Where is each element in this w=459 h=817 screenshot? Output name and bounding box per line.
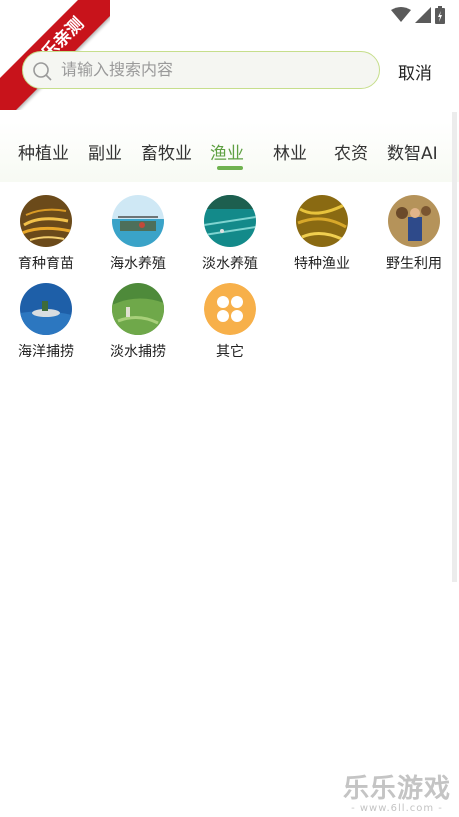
category-label: 海洋捕捞	[18, 344, 74, 360]
category-label: 野生利用	[386, 256, 442, 272]
category-label: 海水养殖	[110, 256, 166, 272]
watermark-url: - www.6ll.com -	[351, 803, 443, 814]
battery-icon	[435, 6, 445, 28]
tab-sideline[interactable]: 副业	[88, 139, 122, 164]
search-icon	[32, 61, 52, 85]
signal-icon	[415, 7, 431, 27]
active-tab-indicator	[217, 166, 243, 170]
tab-planting[interactable]: 种植业	[18, 139, 69, 164]
category-item-lake-fishing[interactable]: 淡水捕捞	[92, 283, 184, 361]
category-label: 其它	[216, 344, 244, 360]
fish-fry-photo	[20, 195, 72, 247]
category-item-other[interactable]: 其它	[184, 283, 276, 361]
scrollbar[interactable]	[452, 112, 457, 582]
sea-farm-photo	[112, 195, 164, 247]
category-label: 特种渔业	[294, 256, 350, 272]
watermark-title: 乐乐游戏	[342, 774, 451, 804]
cancel-button[interactable]: 取消	[398, 59, 432, 84]
tab-agri-supplies[interactable]: 农资	[334, 139, 368, 164]
lake-fishing-photo	[112, 283, 164, 335]
category-label: 育种育苗	[18, 256, 74, 272]
category-item-sea-fishing[interactable]: 海洋捕捞	[0, 283, 92, 361]
wild-catch-photo	[388, 195, 440, 247]
tab-livestock[interactable]: 畜牧业	[141, 139, 192, 164]
search-box[interactable]	[22, 51, 380, 89]
tab-fishery[interactable]: 渔业	[210, 139, 244, 164]
grid-four-dots-icon	[204, 283, 256, 335]
status-icons	[391, 6, 445, 28]
tab-forestry[interactable]: 林业	[273, 139, 307, 164]
eel-photo	[296, 195, 348, 247]
category-item-special-fishery[interactable]: 特种渔业	[276, 195, 368, 273]
search-row: 取消	[0, 46, 459, 98]
category-item-freshwater-farming[interactable]: 淡水养殖	[184, 195, 276, 273]
site-watermark: 乐乐游戏 - www.6ll.com -	[343, 768, 451, 814]
sea-fishing-photo	[20, 283, 72, 335]
category-label: 淡水捕捞	[110, 344, 166, 360]
category-label: 淡水养殖	[202, 256, 258, 272]
fish-pond-photo	[204, 195, 256, 247]
category-item-wild-use[interactable]: 野生利用	[368, 195, 459, 273]
category-tab-bar: 种植业 副业 畜牧业 渔业 林业 农资 数智AI	[0, 122, 459, 182]
search-input[interactable]	[61, 52, 361, 87]
category-item-breeding[interactable]: 育种育苗	[0, 195, 92, 273]
category-item-sea-farming[interactable]: 海水养殖	[92, 195, 184, 273]
tab-smart-ai[interactable]: 数智AI	[387, 139, 438, 164]
wifi-icon	[391, 7, 411, 27]
